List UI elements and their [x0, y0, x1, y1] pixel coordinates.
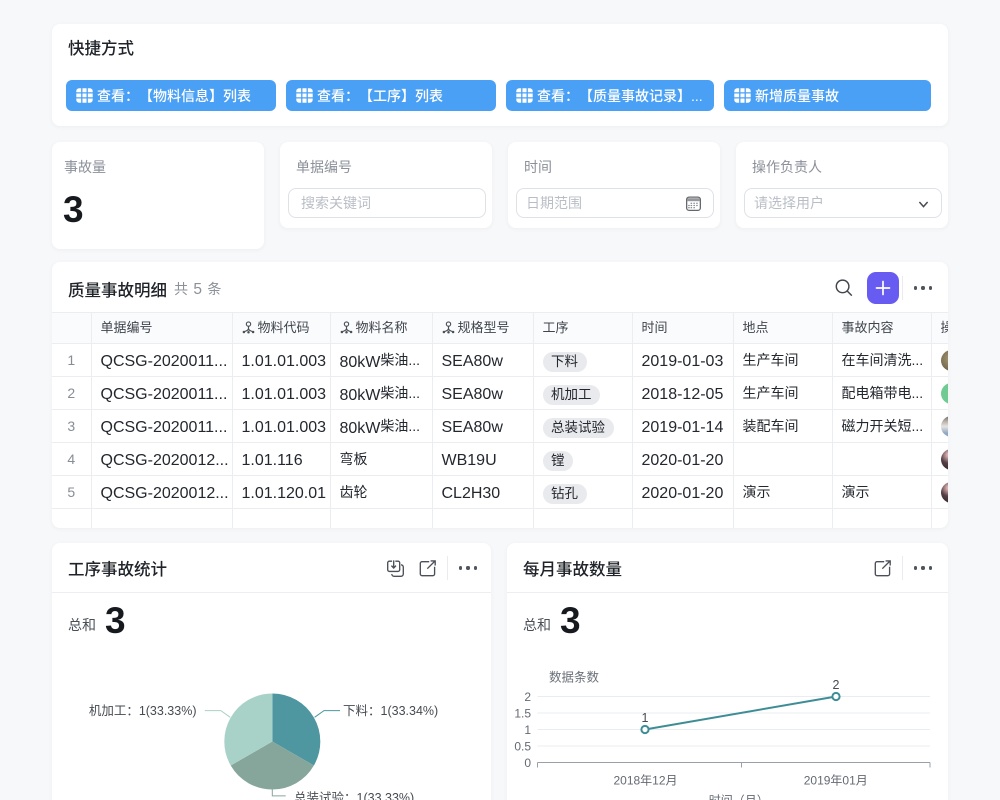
svg-text:下料：1(33.34%): 下料：1(33.34%) [343, 704, 438, 718]
svg-text:时间（月）: 时间（月） [709, 794, 769, 800]
svg-text:2: 2 [524, 690, 531, 704]
svg-text:2: 2 [833, 678, 840, 692]
svg-text:2019年01月: 2019年01月 [804, 774, 868, 788]
svg-text:1: 1 [524, 723, 531, 737]
svg-text:0.5: 0.5 [514, 740, 531, 754]
svg-text:数据条数: 数据条数 [549, 670, 600, 685]
svg-text:1.5: 1.5 [514, 707, 531, 721]
svg-text:1: 1 [642, 711, 649, 725]
svg-text:0: 0 [524, 756, 531, 770]
svg-text:2018年12月: 2018年12月 [613, 774, 677, 788]
svg-text:总装试验：1(33.33%): 总装试验：1(33.33%) [294, 790, 414, 800]
svg-text:机加工：1(33.33%): 机加工：1(33.33%) [89, 704, 197, 718]
